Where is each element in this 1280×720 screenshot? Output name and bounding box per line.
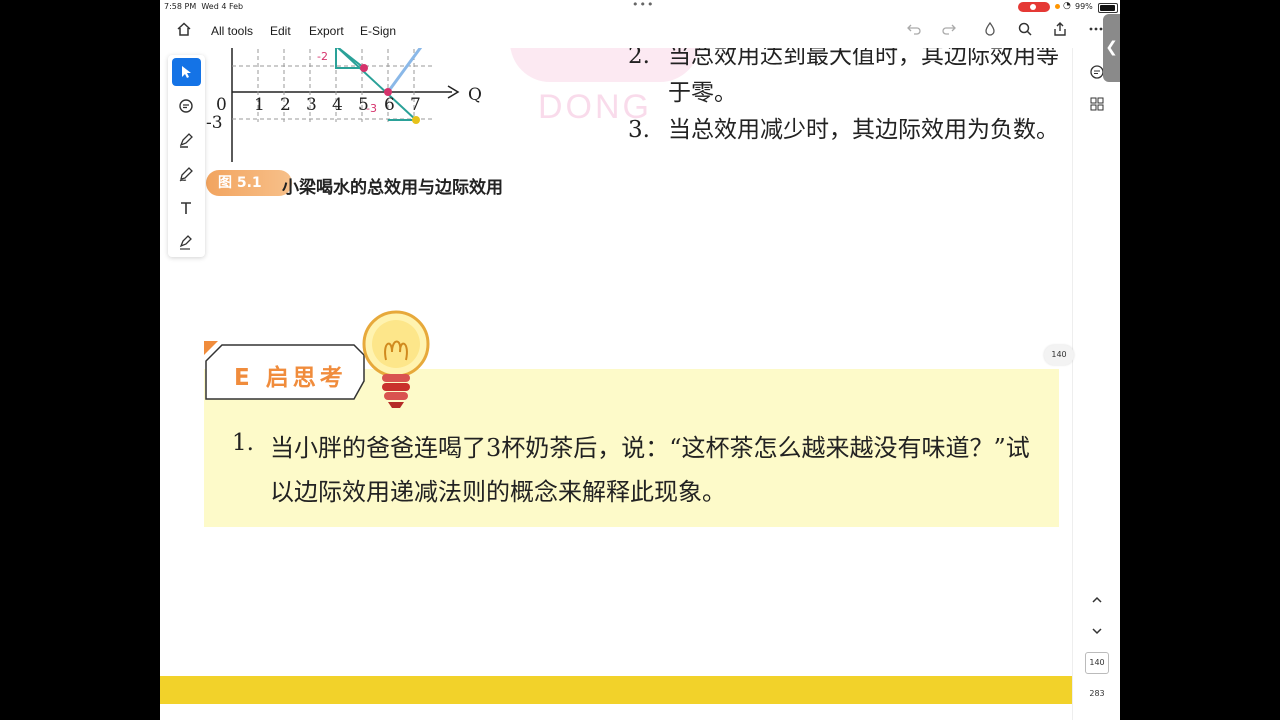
date-text: Wed 4 Feb bbox=[201, 2, 244, 11]
tick-neg3: -3 bbox=[206, 113, 223, 133]
think-section: E 启思考 1. 当小胖的爸爸连喝了3杯奶茶后，说：“这杯茶怎么越来越没有味道？… bbox=[204, 310, 1059, 574]
screen-record-icon bbox=[1018, 2, 1050, 12]
page-up-chevron-icon[interactable] bbox=[1089, 592, 1105, 608]
all-tools-button[interactable]: All tools bbox=[211, 24, 253, 38]
question-text: 当小胖的爸爸连喝了3杯奶茶后，说：“这杯茶怎么越来越没有味道？”试以边际效用递减… bbox=[270, 434, 1030, 506]
tick-1: 1 bbox=[254, 95, 265, 115]
tick-3: 3 bbox=[306, 95, 317, 115]
sign-tool-button[interactable] bbox=[172, 228, 201, 256]
battery-icon bbox=[1098, 3, 1118, 13]
tick-2: 2 bbox=[280, 95, 291, 115]
tick-0: 0 bbox=[216, 95, 227, 115]
esign-button[interactable]: E-Sign bbox=[360, 24, 396, 38]
pen-icon bbox=[179, 167, 193, 182]
pdf-viewer-app: 7:58 PM Wed 4 Feb ••• ◔ 99% All tools Ed… bbox=[160, 0, 1120, 720]
edit-button[interactable]: Edit bbox=[270, 24, 291, 38]
undo-icon[interactable] bbox=[906, 21, 924, 39]
comment-tool-button[interactable] bbox=[172, 92, 201, 120]
liquid-mode-icon[interactable] bbox=[982, 21, 1000, 39]
list-text: 当总效用达到最大值时，其边际效用等于零。 bbox=[668, 48, 1059, 106]
question-number: 1. bbox=[232, 430, 254, 456]
signature-pen-icon bbox=[179, 235, 192, 250]
thumbnails-grid-icon[interactable] bbox=[1089, 96, 1105, 112]
list-text: 当总效用减少时，其边际效用为负数。 bbox=[668, 117, 1059, 143]
right-rail bbox=[1072, 48, 1120, 720]
point-marker-1 bbox=[360, 64, 368, 72]
export-button[interactable]: Export bbox=[309, 24, 344, 38]
current-page-box[interactable]: 140 bbox=[1085, 652, 1109, 674]
search-icon[interactable] bbox=[1017, 21, 1035, 39]
wifi-icon: ◔ bbox=[1063, 1, 1071, 11]
bottom-yellow-band bbox=[160, 676, 1072, 704]
text-tool-button[interactable] bbox=[172, 194, 201, 222]
status-bar: 7:58 PM Wed 4 Feb ••• ◔ 99% bbox=[160, 0, 1120, 14]
bottom-white-strip bbox=[160, 704, 1072, 720]
highlight-tool-button[interactable] bbox=[172, 126, 201, 154]
mic-indicator-icon bbox=[1055, 4, 1060, 9]
document-page: DONG 0 1 2 3 4 5 6 7 -3 Q -2 -3 图 5.1 小梁… bbox=[160, 48, 1072, 720]
home-icon[interactable] bbox=[176, 21, 194, 39]
share-icon[interactable] bbox=[1052, 21, 1070, 39]
page-indicator-float: 140 bbox=[1044, 345, 1074, 365]
collapse-panel-tab[interactable]: ❮ bbox=[1103, 14, 1120, 82]
point-marker-3 bbox=[412, 116, 420, 124]
total-pages: 283 bbox=[1089, 689, 1105, 698]
figure-badge: 图 5.1 bbox=[206, 170, 292, 196]
tick-7: 7 bbox=[410, 95, 421, 115]
draw-tool-button[interactable] bbox=[172, 160, 201, 188]
tick-6: 6 bbox=[384, 95, 395, 115]
label-neg3: -3 bbox=[366, 102, 377, 115]
label-neg2: -2 bbox=[317, 50, 328, 63]
time-text: 7:58 PM bbox=[164, 2, 197, 11]
status-time: 7:58 PM Wed 4 Feb bbox=[164, 2, 243, 11]
battery-percent: 99% bbox=[1075, 2, 1093, 11]
select-tool-button[interactable] bbox=[172, 58, 201, 86]
utility-graph: 0 1 2 3 4 5 6 7 -3 Q -2 -3 bbox=[206, 48, 482, 162]
list-number: 2. bbox=[628, 48, 650, 69]
highlighter-icon bbox=[179, 133, 193, 148]
lightbulb-icon bbox=[362, 310, 430, 408]
tu-line bbox=[386, 48, 423, 93]
redo-icon[interactable] bbox=[941, 21, 959, 39]
think-label: E 启思考 bbox=[234, 365, 347, 391]
annotation-tool-palette bbox=[168, 55, 205, 257]
page-down-chevron-icon[interactable] bbox=[1089, 623, 1105, 639]
cursor-arrow-icon bbox=[182, 66, 191, 78]
axis-q-label: Q bbox=[468, 85, 482, 105]
multitask-dots-icon[interactable]: ••• bbox=[632, 0, 654, 11]
top-toolbar: All tools Edit Export E-Sign bbox=[160, 14, 1120, 49]
figure-title: 小梁喝水的总效用与边际效用 bbox=[282, 178, 503, 198]
text-t-icon bbox=[181, 202, 191, 214]
tick-4: 4 bbox=[332, 95, 343, 115]
list-number: 3. bbox=[628, 117, 650, 143]
comment-icon bbox=[179, 99, 193, 113]
